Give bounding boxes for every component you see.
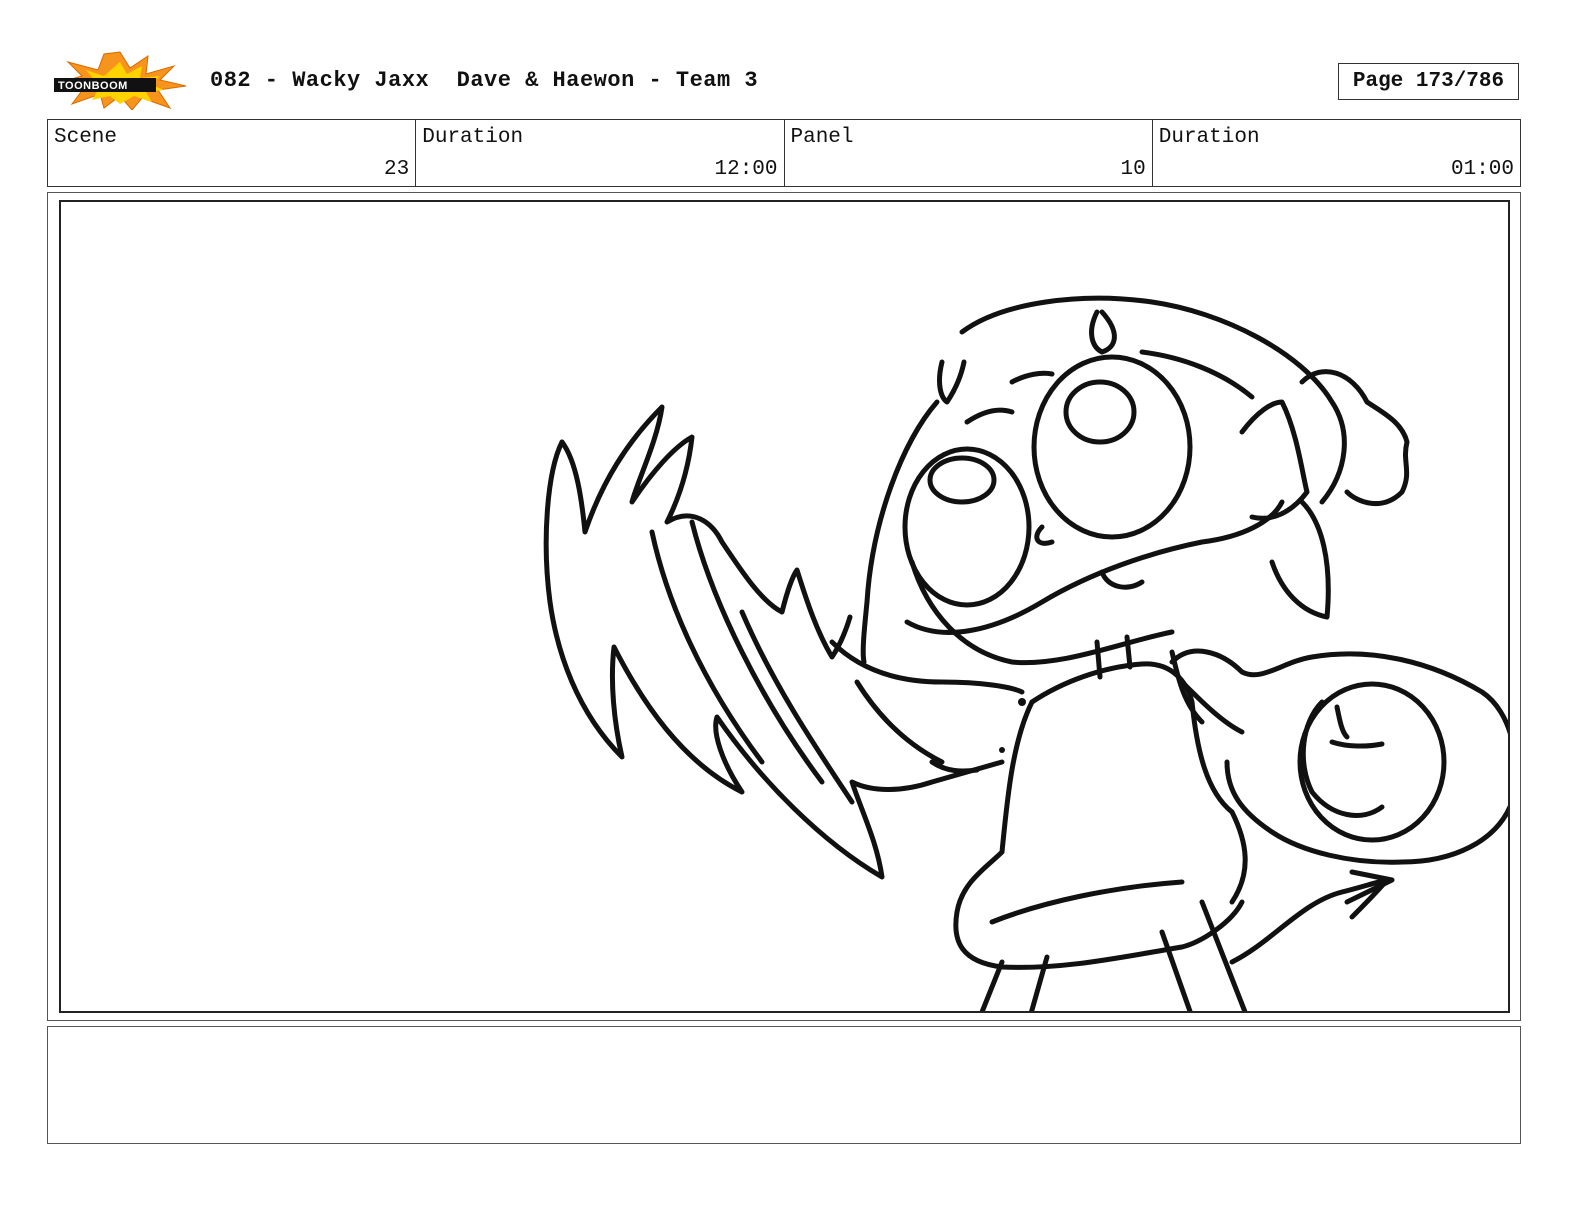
page-number: Page 173/786: [1338, 63, 1519, 100]
panel-image: [59, 200, 1510, 1013]
panel-value: 10: [1120, 158, 1146, 181]
motion-blur-arm: [543, 439, 1005, 880]
panel-duration-value: 01:00: [1450, 158, 1514, 181]
character-head: [959, 295, 1347, 505]
toonboom-logo: TOONBOOM: [52, 50, 188, 111]
panel-label: Panel: [790, 126, 854, 149]
character-mouth: [904, 499, 1285, 635]
logo-text: TOONBOOM: [58, 80, 128, 92]
panel-cell: Panel 10: [785, 120, 1153, 186]
scene-info-row: Scene 23 Duration 12:00 Panel 10 Duratio…: [47, 119, 1521, 187]
panel-duration-cell: Duration 01:00: [1153, 120, 1520, 186]
scene-duration-label: Duration: [422, 126, 524, 149]
scene-duration-value: 12:00: [714, 158, 778, 181]
scene-duration-cell: Duration 12:00: [416, 120, 785, 186]
storyboard-sketch: [543, 295, 1508, 1011]
scene-label: Scene: [54, 126, 118, 149]
panel-notes-box: [47, 1026, 1521, 1144]
scene-cell: Scene 23: [48, 120, 417, 186]
storyboard-title: 082 - Wacky Jaxx Dave & Haewon - Team 3: [210, 68, 759, 93]
scene-value: 23: [384, 158, 410, 181]
character-body: [1029, 661, 1248, 905]
panel-duration-label: Duration: [1158, 126, 1260, 149]
